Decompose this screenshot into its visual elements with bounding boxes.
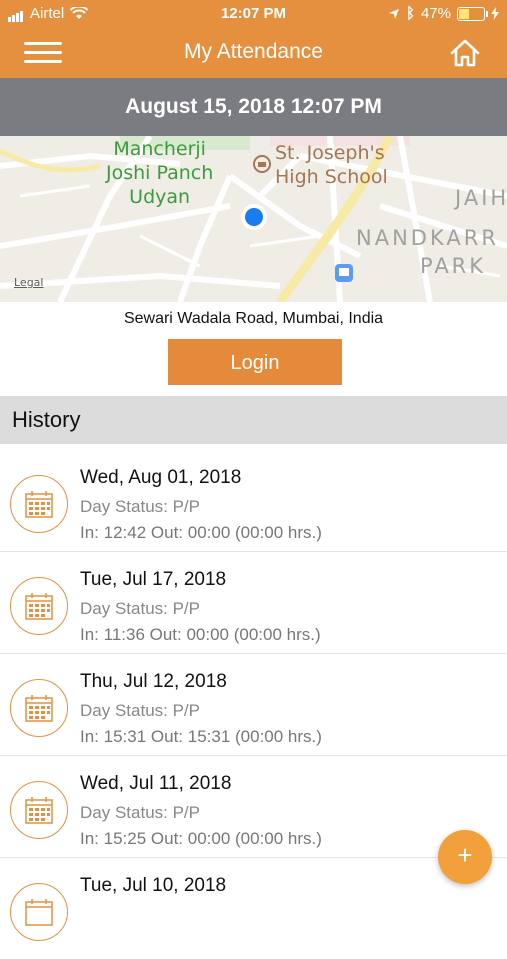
- location-arrow-icon: [388, 8, 399, 19]
- map-label-area: NANDKARR: [356, 226, 499, 250]
- navigation-bar: My Attendance: [0, 28, 507, 78]
- bluetooth-icon: ᛒ: [405, 5, 415, 22]
- current-datetime: August 15, 2018 12:07 PM: [0, 78, 507, 136]
- battery-icon: [457, 6, 488, 21]
- history-status: Day Status: P/P: [80, 701, 200, 720]
- current-address: Sewari Wadala Road, Mumbai, India: [123, 310, 384, 327]
- history-date: Thu, Jul 12, 2018: [80, 671, 227, 692]
- battery-percent: 47%: [420, 5, 451, 22]
- history-date: Wed, Jul 11, 2018: [80, 773, 232, 794]
- charging-icon: [491, 7, 499, 20]
- map-label-park: Mancherji Joshi Panch Udyan: [106, 138, 214, 208]
- history-status: Day Status: P/P: [80, 497, 200, 516]
- history-header: History: [0, 396, 507, 444]
- calendar-icon: [10, 679, 68, 737]
- history-in-out: In: 15:25 Out: 00:00 (00:00 hrs.): [80, 829, 322, 848]
- history-date: Wed, Aug 01, 2018: [80, 467, 242, 488]
- history-status: Day Status: P/P: [80, 599, 200, 618]
- calendar-icon: [10, 475, 68, 533]
- map-label-area: PARK: [420, 254, 487, 278]
- history-title: History: [12, 407, 81, 432]
- history-in-out: In: 11:36 Out: 00:00 (00:00 hrs.): [80, 625, 321, 644]
- history-list: Wed, Aug 01, 2018 Day Status: P/P In: 12…: [0, 450, 507, 959]
- status-bar: Airtel 12:07 PM ᛒ 47%: [0, 0, 507, 28]
- map-label-school: St. Joseph's High School: [275, 142, 388, 188]
- add-button[interactable]: +: [438, 830, 492, 884]
- calendar-icon: [10, 781, 68, 839]
- history-in-out: In: 15:31 Out: 15:31 (00:00 hrs.): [80, 727, 322, 746]
- history-item[interactable]: Wed, Jul 11, 2018 Day Status: P/P In: 15…: [0, 756, 507, 858]
- plus-icon: +: [457, 840, 473, 870]
- home-icon[interactable]: [449, 37, 481, 69]
- map-label-area: JAIH: [455, 186, 507, 210]
- history-status: Day Status: P/P: [80, 803, 200, 822]
- history-in-out: In: 12:42 Out: 00:00 (00:00 hrs.): [80, 523, 322, 542]
- history-item[interactable]: Tue, Jul 10, 2018: [0, 858, 507, 959]
- page-title: My Attendance: [184, 40, 323, 63]
- calendar-icon: [10, 883, 68, 941]
- calendar-icon: [10, 577, 68, 635]
- history-date: Tue, Jul 10, 2018: [80, 875, 227, 896]
- login-button[interactable]: Login: [168, 339, 342, 385]
- history-item[interactable]: Wed, Aug 01, 2018 Day Status: P/P In: 12…: [0, 450, 507, 552]
- history-item[interactable]: Thu, Jul 12, 2018 Day Status: P/P In: 15…: [0, 654, 507, 756]
- history-item[interactable]: Tue, Jul 17, 2018 Day Status: P/P In: 11…: [0, 552, 507, 654]
- map-legal-link[interactable]: Legal: [14, 276, 43, 289]
- history-date: Tue, Jul 17, 2018: [80, 569, 227, 590]
